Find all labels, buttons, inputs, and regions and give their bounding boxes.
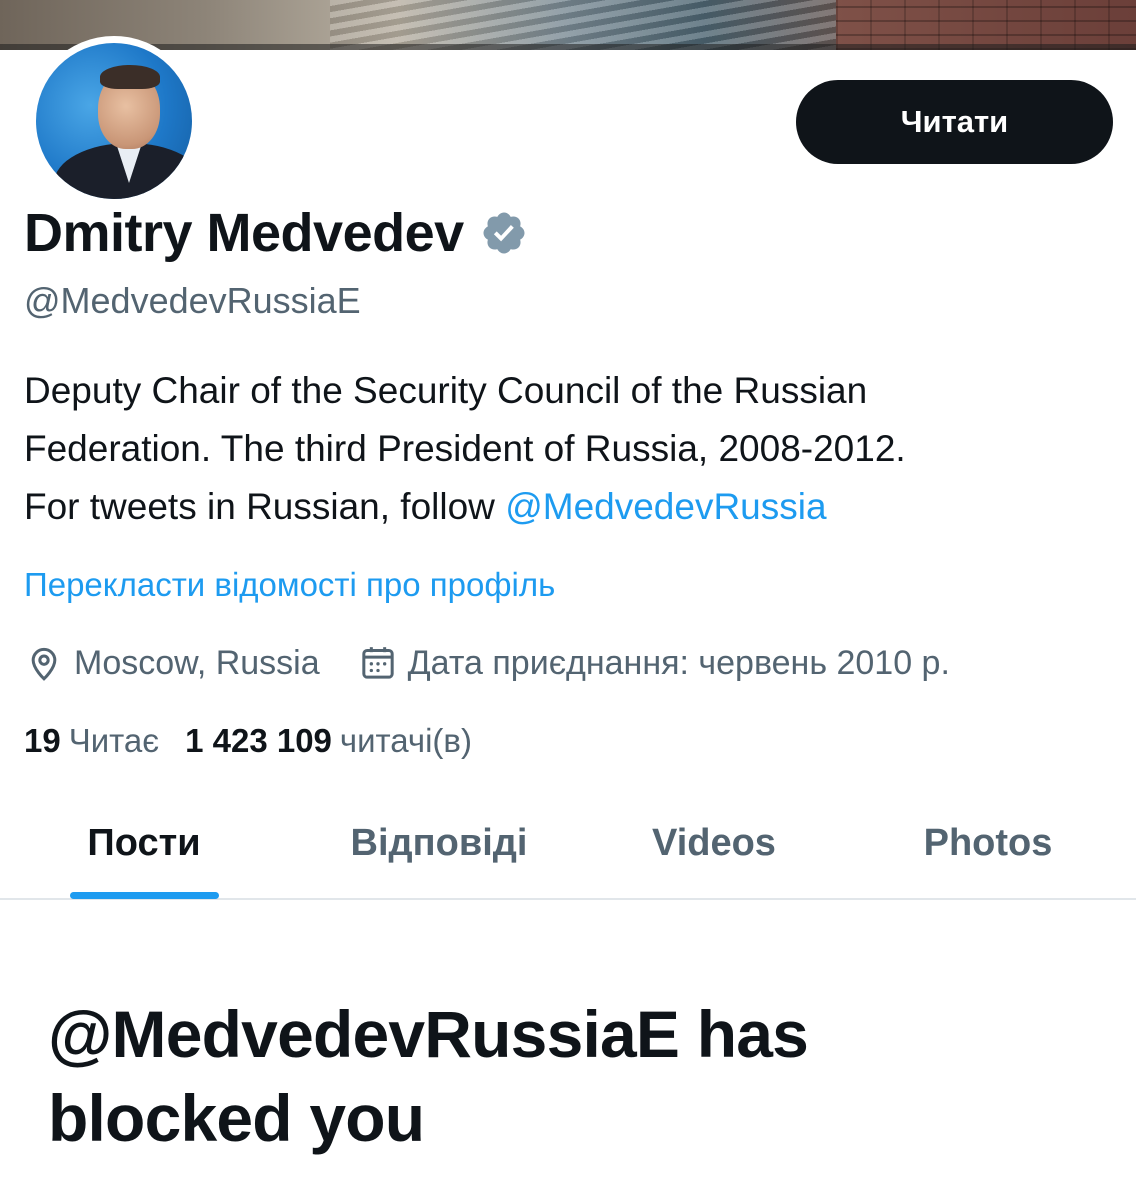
profile-stats: 19 Читає 1 423 109 читачі(в) (24, 717, 472, 765)
banner-wall (836, 0, 1136, 50)
profile-name-row: Dmitry Medvedev (24, 200, 528, 266)
joined-text: Дата приєднання: червень 2010 р. (407, 644, 950, 682)
location-item: Moscow, Russia (24, 637, 320, 689)
tab-posts[interactable]: Пости (20, 788, 268, 898)
blocked-message-title: @MedvedevRussiaE has blocked you (48, 992, 1108, 1160)
bio-text: For tweets in Russian, follow (24, 486, 506, 527)
avatar[interactable] (29, 36, 199, 206)
display-name: Dmitry Medvedev (24, 203, 464, 263)
tab-videos[interactable]: Videos (590, 788, 838, 898)
following-stat[interactable]: 19 Читає (24, 717, 159, 765)
bio-mention-link[interactable]: @MedvedevRussia (505, 486, 826, 527)
blocked-title-line: @MedvedevRussiaE has (48, 997, 809, 1071)
avatar-photo (36, 43, 192, 199)
tab-photos[interactable]: Photos (860, 788, 1116, 898)
following-label: Читає (68, 722, 160, 759)
blocked-title-line: blocked you (48, 1081, 425, 1155)
active-tab-indicator (70, 892, 219, 899)
followers-label: читачі(в) (339, 722, 472, 759)
avatar-hair (100, 65, 160, 89)
profile-bio: Deputy Chair of the Security Council of … (24, 362, 1114, 536)
followers-count: 1 423 109 (185, 722, 332, 759)
calendar-icon (361, 647, 394, 679)
following-count: 19 (24, 722, 61, 759)
profile-tabs: Пости Відповіді Videos Photos (0, 788, 1136, 900)
profile-banner[interactable] (0, 0, 1136, 50)
verified-badge-icon[interactable] (480, 209, 528, 257)
bio-line: Federation. The third President of Russi… (24, 428, 906, 469)
tab-replies[interactable]: Відповіді (300, 788, 578, 898)
followers-stat[interactable]: 1 423 109 читачі(в) (185, 717, 472, 765)
profile-meta: Moscow, Russia Дата приєднання: червень … (24, 637, 950, 689)
banner-rail (0, 44, 1136, 50)
banner-water (330, 0, 850, 50)
location-pin-icon (31, 647, 57, 681)
joined-item: Дата приєднання: червень 2010 р. (358, 637, 950, 689)
bio-line: Deputy Chair of the Security Council of … (24, 370, 868, 411)
profile-handle: @MedvedevRussiaE (24, 280, 361, 321)
bio-line: For tweets in Russian, follow @MedvedevR… (24, 478, 1114, 536)
location-text: Moscow, Russia (74, 644, 320, 682)
follow-button[interactable]: Читати (796, 80, 1113, 164)
translate-profile-link[interactable]: Перекласти відомості про профіль (24, 562, 555, 608)
